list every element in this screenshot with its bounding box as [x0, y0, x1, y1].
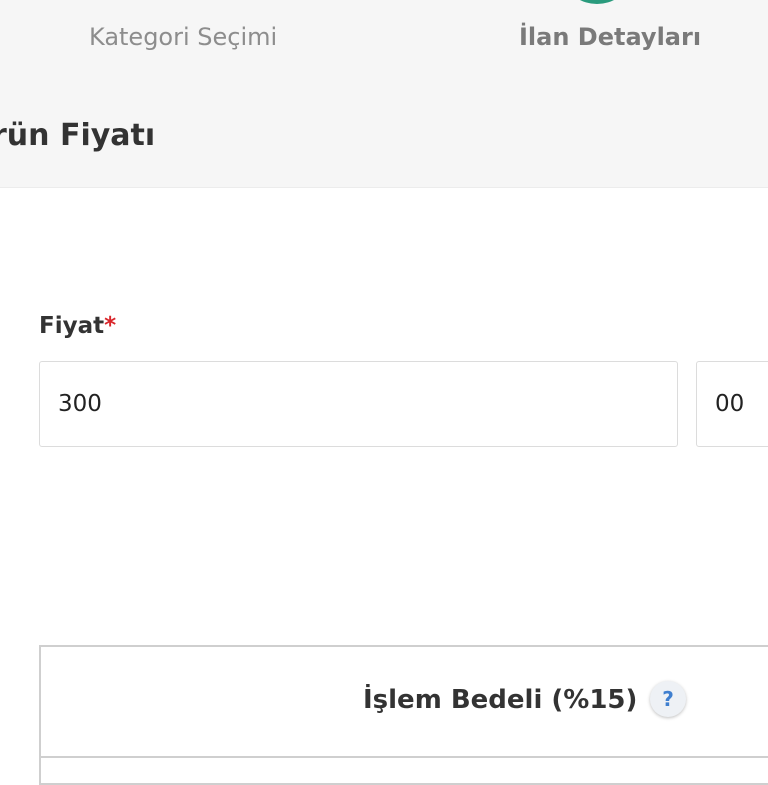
price-input[interactable]: [39, 361, 678, 447]
price-field-label: Fiyat*: [39, 311, 116, 341]
step-listing-details[interactable]: İlan Detayları: [519, 21, 701, 53]
step-category-selection[interactable]: Kategori Seçimi: [89, 21, 277, 53]
active-step-indicator: [568, 0, 626, 4]
transaction-fee-title: İşlem Bedeli (%15): [363, 685, 638, 715]
help-icon[interactable]: ?: [650, 681, 686, 717]
price-decimal-input[interactable]: [696, 361, 768, 447]
section-title: rün Fiyatı: [0, 118, 156, 153]
help-icon-glyph: ?: [662, 687, 674, 711]
steps-header: Kategori Seçimi İlan Detayları rün Fiyat…: [0, 0, 768, 188]
required-marker: *: [104, 313, 117, 339]
transaction-fee-table: İşlem Bedeli (%15) ?: [39, 645, 768, 785]
price-label-text: Fiyat: [39, 313, 105, 339]
table-divider: [41, 756, 768, 758]
